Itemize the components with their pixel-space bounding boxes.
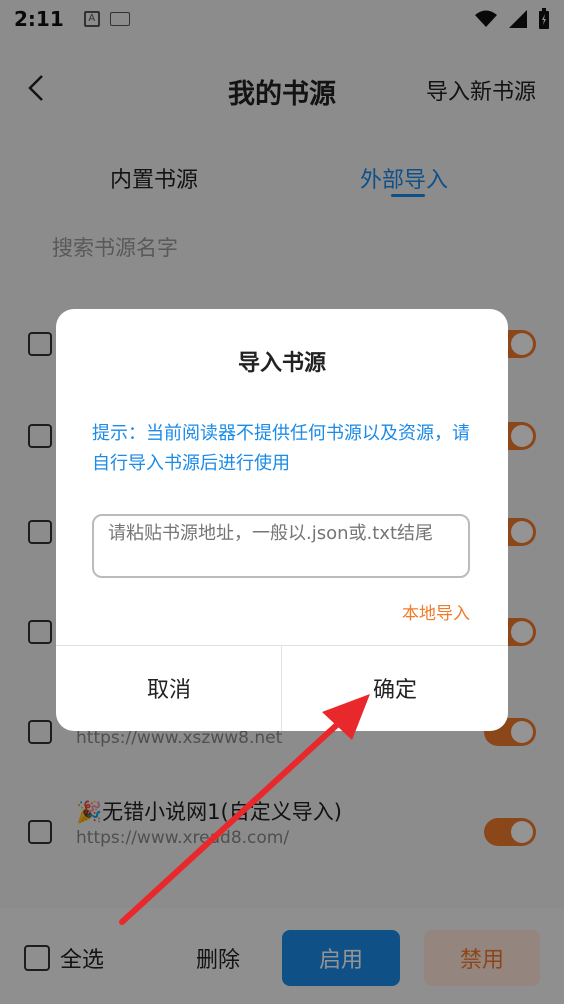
cancel-button[interactable]: 取消 bbox=[56, 645, 282, 731]
dialog-hint: 提示：当前阅读器不提供任何书源以及资源，请自行导入书源后进行使用 bbox=[92, 423, 470, 474]
source-url-input[interactable] bbox=[92, 514, 470, 578]
dialog-title: 导入书源 bbox=[237, 351, 326, 376]
local-import-button[interactable]: 本地导入 bbox=[402, 599, 470, 624]
confirm-button[interactable]: 确定 bbox=[282, 645, 508, 731]
import-source-dialog: 导入书源 提示：当前阅读器不提供任何书源以及资源，请自行导入书源后进行使用 本地… bbox=[56, 309, 508, 731]
